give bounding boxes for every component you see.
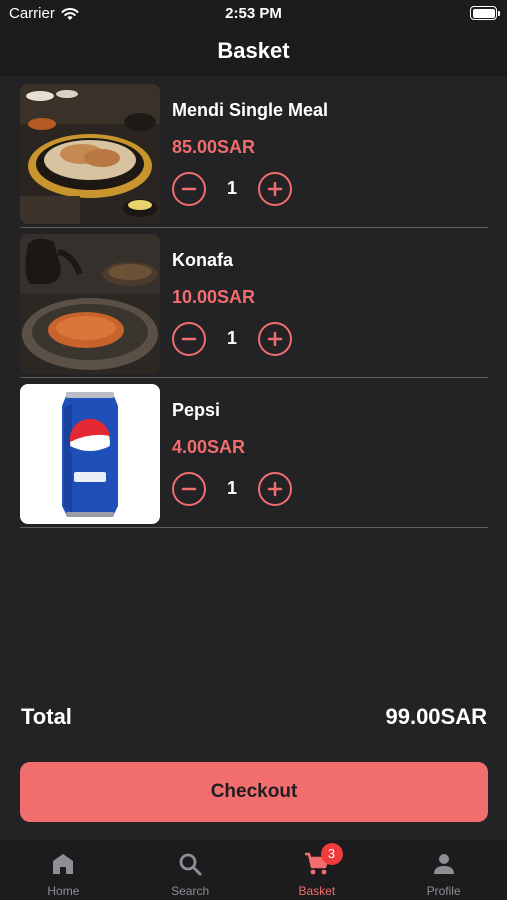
status-bar: Carrier 2:53 PM <box>0 0 507 28</box>
item-price: 4.00SAR <box>172 437 246 457</box>
total-label: Total <box>21 704 72 729</box>
product-image-konafa <box>20 234 160 374</box>
product-image-pepsi <box>20 384 160 524</box>
home-icon <box>53 854 74 874</box>
tab-basket[interactable]: 3 Basket <box>254 840 381 900</box>
item-price: 85.00SAR <box>172 137 256 157</box>
plus-icon <box>267 481 283 497</box>
quantity-value: 1 <box>226 478 237 498</box>
tab-label: Home <box>47 884 80 898</box>
page-title: Basket <box>217 38 290 63</box>
quantity-value: 1 <box>226 328 237 348</box>
navigation-bar: Basket <box>0 28 507 76</box>
tab-label: Basket <box>298 884 336 898</box>
person-icon <box>433 854 454 874</box>
quantity-stepper: 1 <box>172 322 294 356</box>
total-row: Total 99.00SAR <box>21 704 487 736</box>
minus-icon <box>181 337 197 341</box>
item-name: Konafa <box>172 250 234 270</box>
cart-count-badge: 3 <box>320 843 343 865</box>
tab-label: Profile <box>426 884 461 898</box>
search-icon <box>179 853 202 876</box>
quantity-stepper: 1 <box>172 472 294 506</box>
plus-icon <box>267 331 283 347</box>
minus-icon <box>181 187 197 191</box>
tab-search[interactable]: Search <box>127 840 254 900</box>
tab-bar: Home Search 3 Basket Profile <box>0 840 507 900</box>
total-value: 99.00SAR <box>385 704 487 729</box>
tab-home[interactable]: Home <box>0 840 127 900</box>
minus-icon <box>181 487 197 491</box>
plus-icon <box>267 181 283 197</box>
checkout-button[interactable]: Checkout <box>20 762 488 822</box>
basket-list: Mendi Single Meal 85.00SAR 1 Konafa 10.0… <box>20 78 488 528</box>
item-name: Pepsi <box>172 400 221 420</box>
increase-quantity-button[interactable] <box>258 172 292 206</box>
status-time: 2:53 PM <box>225 5 282 22</box>
tab-profile[interactable]: Profile <box>380 840 507 900</box>
quantity-stepper: 1 <box>172 172 294 206</box>
decrease-quantity-button[interactable] <box>172 472 206 506</box>
decrease-quantity-button[interactable] <box>172 172 206 206</box>
battery-icon <box>470 6 500 20</box>
basket-item-mendi[interactable]: Mendi Single Meal 85.00SAR 1 <box>20 78 488 228</box>
item-price: 10.00SAR <box>172 287 256 307</box>
increase-quantity-button[interactable] <box>258 472 292 506</box>
decrease-quantity-button[interactable] <box>172 322 206 356</box>
product-image-mendi <box>20 84 160 224</box>
item-name: Mendi Single Meal <box>172 100 329 120</box>
quantity-value: 1 <box>226 178 237 198</box>
increase-quantity-button[interactable] <box>258 322 292 356</box>
tab-label: Search <box>171 884 210 898</box>
basket-item-konafa[interactable]: Konafa 10.00SAR 1 <box>20 228 488 378</box>
basket-item-pepsi[interactable]: Pepsi 4.00SAR 1 <box>20 378 488 528</box>
